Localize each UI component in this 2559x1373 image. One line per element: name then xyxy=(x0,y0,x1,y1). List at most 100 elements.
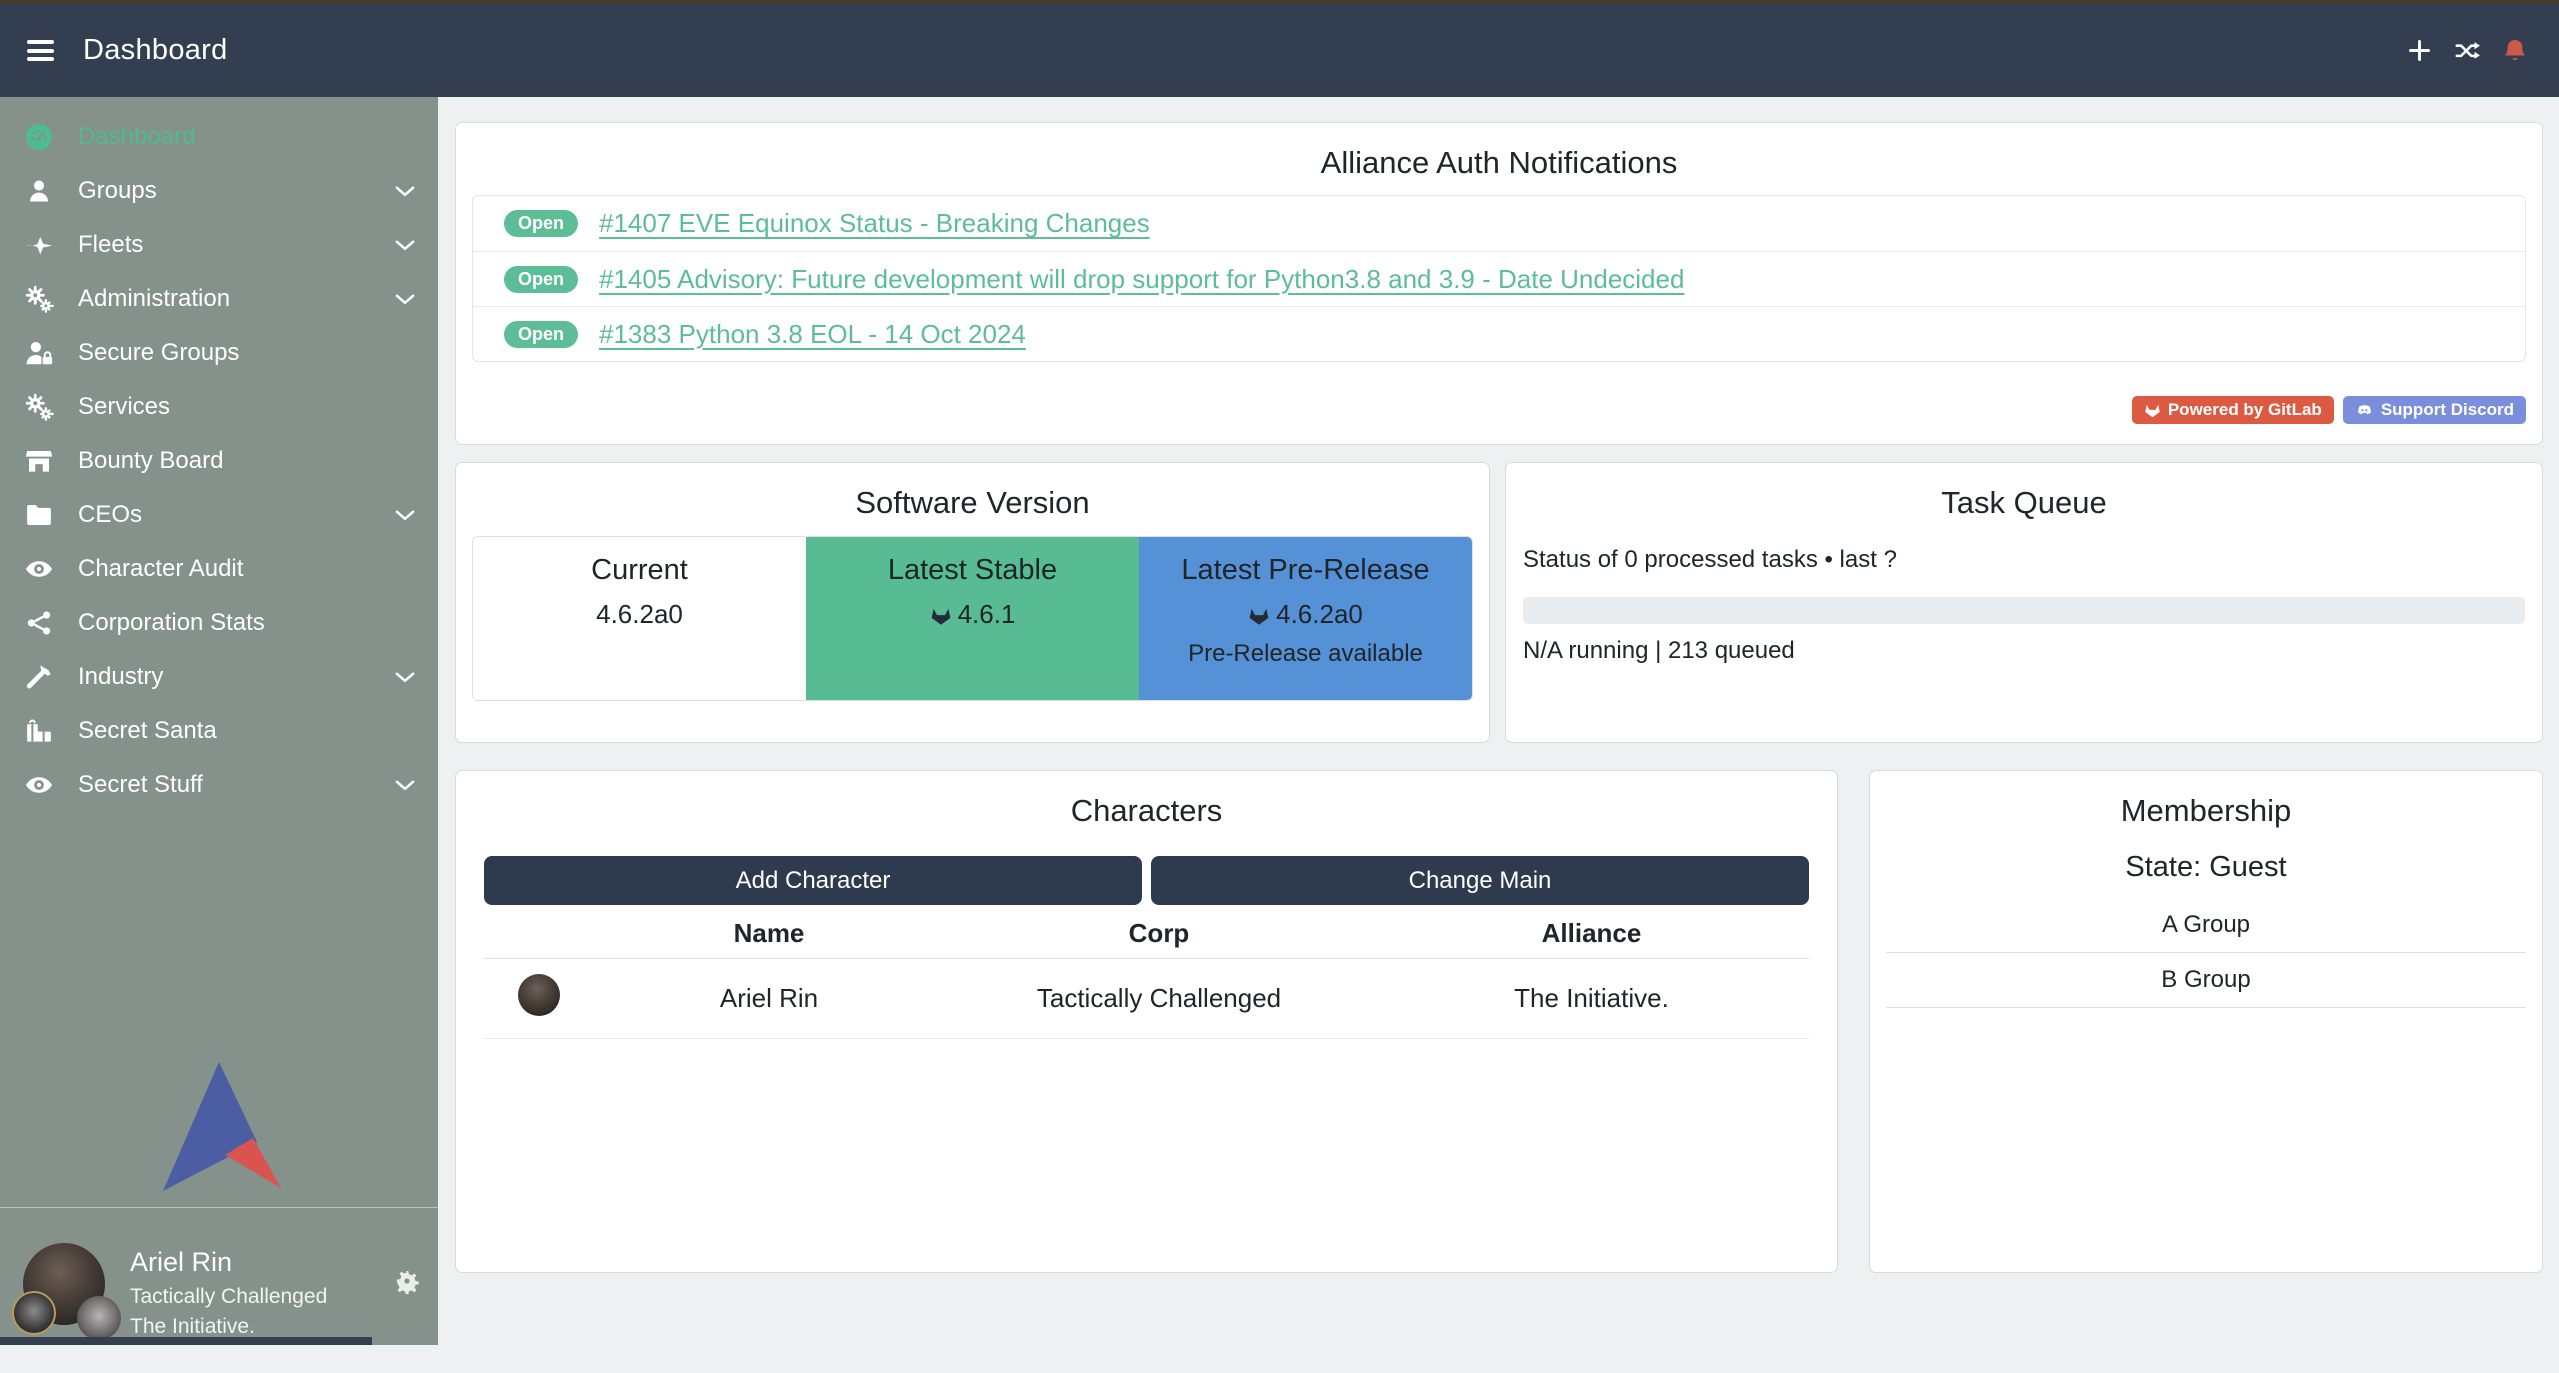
user-panel: Ariel Rin Tactically Challenged The Init… xyxy=(0,1243,438,1373)
status-badge: Open xyxy=(504,266,578,293)
gears-icon xyxy=(24,392,54,422)
version-value: 4.6.2a0 xyxy=(1139,599,1472,630)
character-portrait xyxy=(518,974,560,1016)
chevron-down-icon xyxy=(392,232,418,258)
sidebar-item-label: Bounty Board xyxy=(78,447,418,475)
user-settings-gear-icon[interactable] xyxy=(394,1268,420,1294)
sidebar-item-fleets[interactable]: Fleets xyxy=(0,218,438,272)
characters-buttons: Add Character Change Main xyxy=(484,856,1809,905)
chevron-down-icon xyxy=(392,286,418,312)
character-alliance: The Initiative. xyxy=(1374,983,1809,1014)
add-character-icon[interactable] xyxy=(2405,37,2433,65)
folder-icon xyxy=(24,500,54,530)
jet-icon xyxy=(24,230,54,260)
change-main-button[interactable]: Change Main xyxy=(1151,856,1809,905)
discord-badge-label: Support Discord xyxy=(2381,400,2514,420)
notification-row: Open #1405 Advisory: Future development w… xyxy=(473,251,2525,306)
user-name: Ariel Rin xyxy=(130,1247,232,1278)
notifications-bell-icon[interactable] xyxy=(2501,37,2529,65)
characters-table-header: Name Corp Alliance xyxy=(484,909,1809,959)
notifications-list: Open #1407 EVE Equinox Status - Breaking … xyxy=(472,195,2526,362)
version-value: 4.6.1 xyxy=(806,599,1139,630)
gitlab-tanuki-icon xyxy=(1248,599,1270,630)
sidebar-item-corporation-stats[interactable]: Corporation Stats xyxy=(0,596,438,650)
version-number: 4.6.2a0 xyxy=(1276,599,1363,630)
characters-table: Name Corp Alliance Ariel RinTactically C… xyxy=(484,909,1809,1039)
character-row: Ariel RinTactically ChallengedThe Initia… xyxy=(484,959,1809,1039)
gitlab-tanuki-icon xyxy=(930,599,952,630)
sidebar-divider xyxy=(0,1207,438,1208)
sidebar-item-label: Industry xyxy=(78,663,392,691)
notification-link[interactable]: #1383 Python 3.8 EOL - 14 Oct 2024 xyxy=(599,319,1026,350)
character-name: Ariel Rin xyxy=(594,983,944,1014)
notification-link[interactable]: #1407 EVE Equinox Status - Breaking Chan… xyxy=(599,208,1150,239)
notification-row: Open #1407 EVE Equinox Status - Breaking … xyxy=(473,196,2525,251)
add-character-button[interactable]: Add Character xyxy=(484,856,1142,905)
version-column-title: Latest Stable xyxy=(806,554,1139,587)
membership-title: Membership xyxy=(1870,793,2542,829)
user-lock-icon xyxy=(24,338,54,368)
user-alliance-logo xyxy=(77,1296,121,1340)
sidebar-item-label: Character Audit xyxy=(78,555,418,583)
notification-link[interactable]: #1405 Advisory: Future development will … xyxy=(599,264,1684,295)
notifications-panel: Alliance Auth Notifications Open #1407 EV… xyxy=(455,122,2543,445)
sidebar-item-label: Groups xyxy=(78,177,392,205)
sidebar-item-services[interactable]: Services xyxy=(0,380,438,434)
sidebar-item-dashboard[interactable]: Dashboard xyxy=(0,110,438,164)
notifications-title: Alliance Auth Notifications xyxy=(456,145,2542,181)
notifications-footer-badges: Powered by GitLab Support Discord xyxy=(2132,396,2526,424)
sidebar-item-label: Services xyxy=(78,393,418,421)
task-queue-status: Status of 0 processed tasks • last ? xyxy=(1523,546,2525,574)
membership-state: State: Guest xyxy=(1870,851,2542,884)
sidebar-item-label: Secret Santa xyxy=(78,717,418,745)
topbar-actions xyxy=(2405,37,2529,65)
version-note: Pre-Release available xyxy=(1139,640,1472,668)
membership-group-row: A Group xyxy=(1886,898,2526,953)
user-alliance: The Initiative. xyxy=(130,1315,255,1339)
version-column-current: Current 4.6.2a0 xyxy=(473,537,806,700)
menu-toggle-icon[interactable] xyxy=(27,40,54,61)
eye-icon xyxy=(24,554,54,584)
sidebar-item-label: Dashboard xyxy=(78,123,418,151)
sidebar-item-administration[interactable]: Administration xyxy=(0,272,438,326)
sidebar-menu: Dashboard Groups Fleets AdministrationSecur… xyxy=(0,110,438,812)
hammer-icon xyxy=(24,662,54,692)
gitlab-badge[interactable]: Powered by GitLab xyxy=(2132,396,2334,424)
version-column-title: Current xyxy=(473,554,806,587)
status-badge: Open xyxy=(504,210,578,237)
sidebar-item-bounty-board[interactable]: Bounty Board xyxy=(0,434,438,488)
sidebar-item-secret-stuff[interactable]: Secret Stuff xyxy=(0,758,438,812)
sidebar-item-label: Fleets xyxy=(78,231,392,259)
alliance-logo xyxy=(157,1058,283,1198)
characters-panel: Characters Add Character Change Main Nam… xyxy=(455,770,1838,1273)
gitlab-badge-label: Powered by GitLab xyxy=(2168,400,2322,420)
characters-title: Characters xyxy=(456,793,1837,829)
user-icon xyxy=(24,176,54,206)
software-version-box: Current4.6.2a0Latest Stable4.6.1Latest P… xyxy=(472,536,1473,701)
character-corp: Tactically Challenged xyxy=(944,983,1374,1014)
sidebar-item-groups[interactable]: Groups xyxy=(0,164,438,218)
store-icon xyxy=(24,446,54,476)
sidebar-item-secret-santa[interactable]: Secret Santa xyxy=(0,704,438,758)
membership-groups: A GroupB Group xyxy=(1886,898,2526,1008)
sidebar-item-character-audit[interactable]: Character Audit xyxy=(0,542,438,596)
chevron-down-icon xyxy=(392,178,418,204)
sidebar-item-ceos[interactable]: CEOs xyxy=(0,488,438,542)
sidebar: Dashboard Groups Fleets AdministrationSecur… xyxy=(0,97,438,1345)
header-corp: Corp xyxy=(944,918,1374,949)
gears-icon xyxy=(24,284,54,314)
sidebar-footer-strip xyxy=(0,1337,372,1345)
discord-badge[interactable]: Support Discord xyxy=(2343,396,2526,424)
sidebar-item-label: Secret Stuff xyxy=(78,771,392,799)
task-queue-summary: N/A running | 213 queued xyxy=(1523,637,2525,665)
change-main-shuffle-icon[interactable] xyxy=(2453,37,2481,65)
task-queue-progressbar xyxy=(1523,597,2525,624)
share-icon xyxy=(24,608,54,638)
header-name: Name xyxy=(594,918,944,949)
eye-icon xyxy=(24,770,54,800)
user-corp-logo xyxy=(12,1291,56,1335)
sidebar-item-secure-groups[interactable]: Secure Groups xyxy=(0,326,438,380)
main-content: Alliance Auth Notifications Open #1407 EV… xyxy=(438,97,2559,1345)
version-value: 4.6.2a0 xyxy=(473,599,806,630)
sidebar-item-industry[interactable]: Industry xyxy=(0,650,438,704)
